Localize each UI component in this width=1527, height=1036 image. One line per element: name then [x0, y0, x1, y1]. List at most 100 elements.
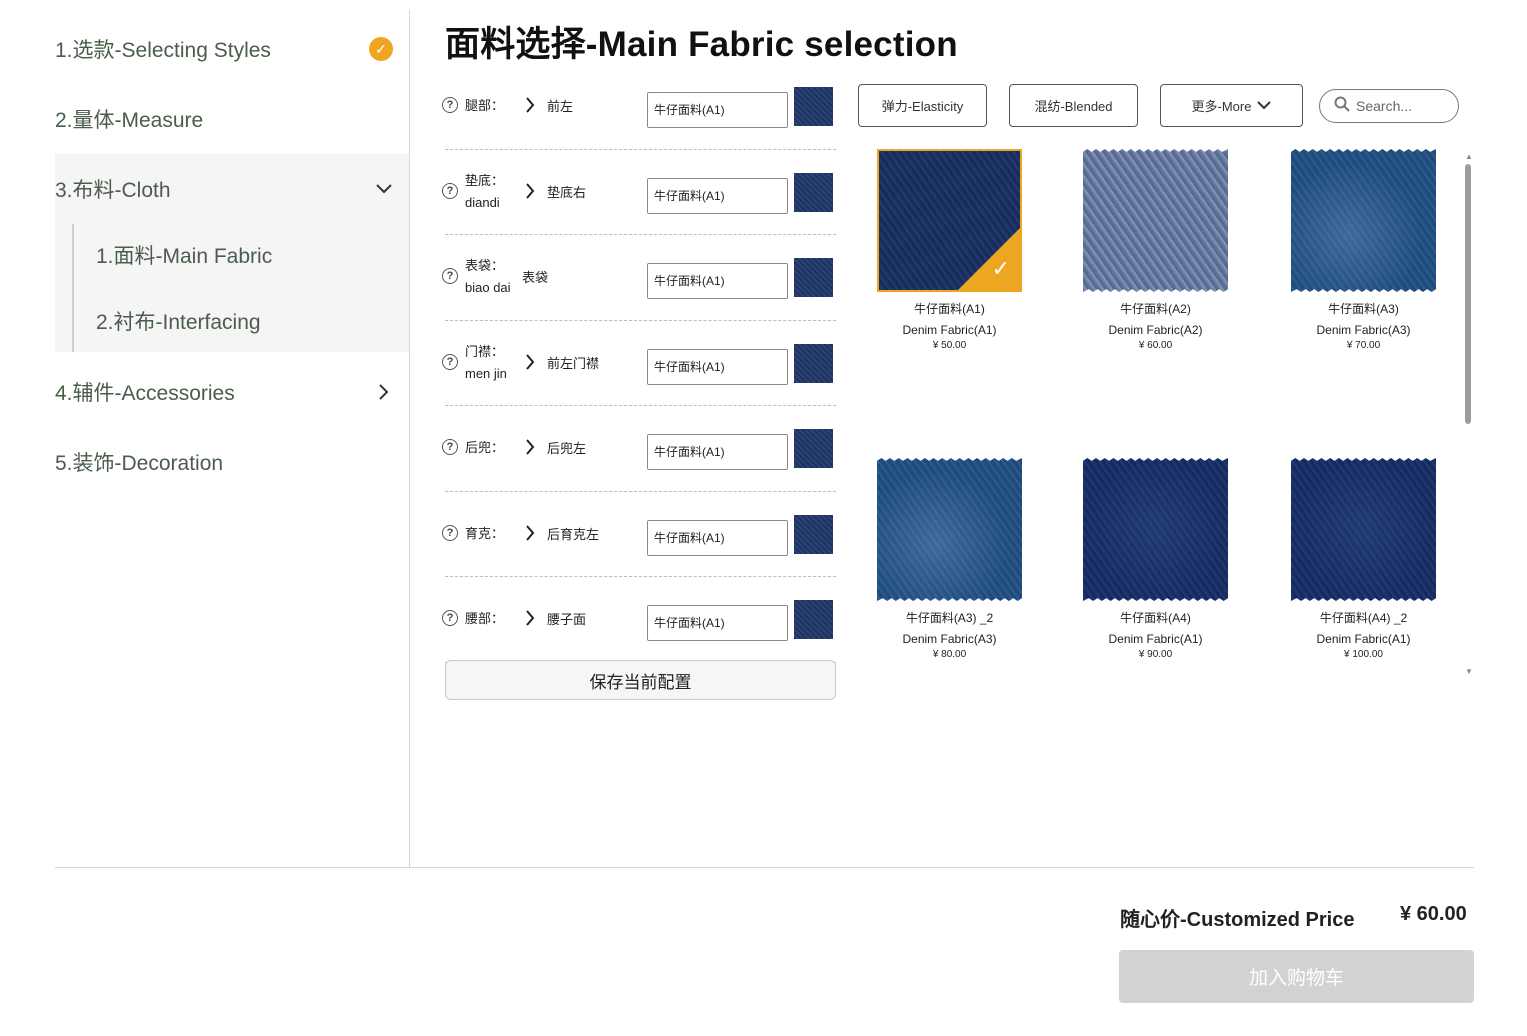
scroll-down-arrow-icon[interactable]: ▼ [1465, 667, 1473, 676]
fabric-price: ¥ 100.00 [1344, 649, 1383, 660]
part-name: 表袋： [465, 258, 505, 273]
part-row: ? 门襟： men jin 前左门襟 牛仔面料(A1) [442, 321, 836, 406]
chevron-right-icon[interactable] [525, 610, 535, 631]
save-config-button[interactable]: 保存当前配置 [445, 660, 836, 700]
fabric-card[interactable]: ✓ 牛仔面料(A1) Denim Fabric(A1) ¥ 50.00 [877, 149, 1022, 351]
part-sub-name: 前左 [547, 99, 574, 114]
step-selecting-styles[interactable]: 1.选款-Selecting Styles ✓ [55, 14, 409, 84]
step-label: 2.量体-Measure [55, 109, 204, 132]
chevron-down-icon [373, 184, 395, 194]
fabric-field[interactable]: 牛仔面料(A1) [647, 434, 788, 470]
check-icon: ✓ [991, 256, 1010, 281]
selected-corner [958, 228, 1020, 290]
fabric-name: 牛仔面料(A4) [1120, 611, 1191, 625]
fabric-name: 牛仔面料(A1) [914, 302, 985, 316]
part-name: 后兜： [465, 440, 505, 455]
scroll-up-arrow-icon[interactable]: ▲ [1465, 152, 1473, 161]
part-sub-name: 后兜左 [547, 441, 587, 456]
fabric-image [1291, 458, 1436, 601]
fabric-name: 牛仔面料(A2) [1120, 302, 1191, 316]
chevron-right-icon[interactable] [525, 439, 535, 460]
fabric-field[interactable]: 牛仔面料(A1) [647, 92, 788, 128]
fabric-name: 牛仔面料(A3) _2 [905, 611, 994, 625]
add-to-cart-button[interactable]: 加入购物车 [1119, 950, 1474, 1003]
filter-more-dropdown[interactable]: 更多-More [1160, 84, 1303, 127]
help-icon[interactable]: ? [442, 610, 458, 626]
page-title: 面料选择-Main Fabric selection [445, 25, 958, 64]
fabric-card[interactable]: 牛仔面料(A3) Denim Fabric(A3) ¥ 70.00 [1291, 149, 1436, 351]
fabric-card[interactable]: 牛仔面料(A4) Denim Fabric(A1) ¥ 90.00 [1083, 458, 1228, 660]
fabric-swatch [794, 600, 833, 639]
part-name: 垫底： [465, 172, 505, 188]
part-row: ? 后兜： 后兜左 牛仔面料(A1) [442, 406, 836, 492]
part-sub-name: 表袋 [522, 270, 549, 285]
fabric-image [1291, 149, 1436, 292]
fabric-name-en: Denim Fabric(A2) [1108, 323, 1203, 337]
fabric-field[interactable]: 牛仔面料(A1) [647, 605, 788, 641]
fabric-field[interactable]: 牛仔面料(A1) [647, 263, 788, 299]
help-icon[interactable]: ? [442, 524, 458, 541]
search-box [1319, 89, 1459, 123]
help-icon[interactable]: ? [442, 182, 458, 199]
fabric-swatch [794, 172, 833, 212]
fabric-name-en: Denim Fabric(A1) [1108, 632, 1203, 646]
part-name: 门襟： [465, 343, 505, 359]
step-accessories[interactable]: 4.辅件-Accessories [55, 357, 409, 427]
part-name-en: biao dai [465, 280, 511, 295]
fabric-price: ¥ 60.00 [1138, 340, 1173, 351]
part-name: 育克： [465, 525, 505, 541]
part-name: 腰部： [465, 611, 505, 626]
part-name: 腿部： [465, 98, 505, 113]
fabric-card[interactable]: 牛仔面料(A3) _2 Denim Fabric(A3) ¥ 80.00 [877, 458, 1022, 660]
price-value: ¥ 60.00 [1400, 903, 1467, 925]
fabric-price: ¥ 70.00 [1346, 340, 1381, 351]
footer-divider [55, 867, 1474, 868]
filter-label: 更多-More [1191, 99, 1252, 114]
fabric-image [1083, 458, 1228, 601]
substep-main-fabric[interactable]: 1.面料-Main Fabric [96, 240, 272, 270]
part-sub-name: 垫底右 [547, 184, 587, 200]
fabric-name: 牛仔面料(A3) [1328, 302, 1399, 316]
part-sub-name: 腰子面 [547, 612, 587, 627]
chevron-right-icon[interactable] [525, 353, 535, 375]
step-measure[interactable]: 2.量体-Measure [55, 84, 409, 154]
chevron-right-icon[interactable] [525, 524, 535, 546]
help-icon[interactable]: ? [442, 97, 458, 113]
fabric-field[interactable]: 牛仔面料(A1) [647, 348, 788, 385]
chevron-right-icon[interactable] [525, 97, 535, 118]
search-icon [1334, 96, 1350, 117]
fabric-price: ¥ 50.00 [932, 340, 967, 351]
fabric-price: ¥ 90.00 [1138, 649, 1173, 660]
help-icon[interactable]: ? [442, 353, 458, 370]
part-name-en: men jin [465, 365, 507, 381]
fabric-name-en: Denim Fabric(A3) [1316, 323, 1411, 337]
part-row: ? 腿部： 前左 牛仔面料(A1) [442, 64, 836, 150]
fabric-image: ✓ [877, 149, 1022, 292]
step-sidebar: 1.选款-Selecting Styles ✓ 2.量体-Measure 3.布… [55, 10, 410, 868]
fabric-name: 牛仔面料(A4) _2 [1319, 611, 1408, 625]
fabric-scrollbar[interactable]: ▲ ▼ [1463, 152, 1473, 676]
fabric-field[interactable]: 牛仔面料(A1) [647, 177, 788, 214]
fabric-field[interactable]: 牛仔面料(A1) [647, 519, 788, 556]
search-input[interactable] [1356, 98, 1448, 114]
scroll-thumb[interactable] [1465, 164, 1471, 424]
cloth-substeps: 1.面料-Main Fabric 2.衬布-Interfacing [55, 224, 409, 352]
step-cloth[interactable]: 3.布料-Cloth [55, 154, 409, 224]
filter-blended-button[interactable]: 混纺-Blended [1009, 84, 1138, 127]
fabric-swatch [794, 258, 833, 297]
help-icon[interactable]: ? [442, 439, 458, 455]
fabric-name-en: Denim Fabric(A1) [1316, 632, 1411, 646]
step-label: 3.布料-Cloth [55, 179, 171, 202]
filter-label: 弹力-Elasticity [881, 99, 964, 114]
part-row: ? 垫底： diandi 垫底右 牛仔面料(A1) [442, 150, 836, 235]
substep-interfacing[interactable]: 2.衬布-Interfacing [96, 306, 261, 336]
help-icon[interactable]: ? [442, 268, 458, 284]
check-icon: ✓ [369, 37, 393, 61]
filter-elasticity-button[interactable]: 弹力-Elasticity [858, 84, 987, 127]
step-decoration[interactable]: 5.装饰-Decoration [55, 427, 409, 497]
fabric-card[interactable]: 牛仔面料(A4) _2 Denim Fabric(A1) ¥ 100.00 [1291, 458, 1436, 660]
part-name-en: diandi [465, 194, 500, 210]
fabric-card[interactable]: 牛仔面料(A2) Denim Fabric(A2) ¥ 60.00 [1083, 149, 1228, 351]
part-row: ? 腰部： 腰子面 牛仔面料(A1) [442, 577, 836, 663]
chevron-right-icon[interactable] [525, 182, 535, 204]
